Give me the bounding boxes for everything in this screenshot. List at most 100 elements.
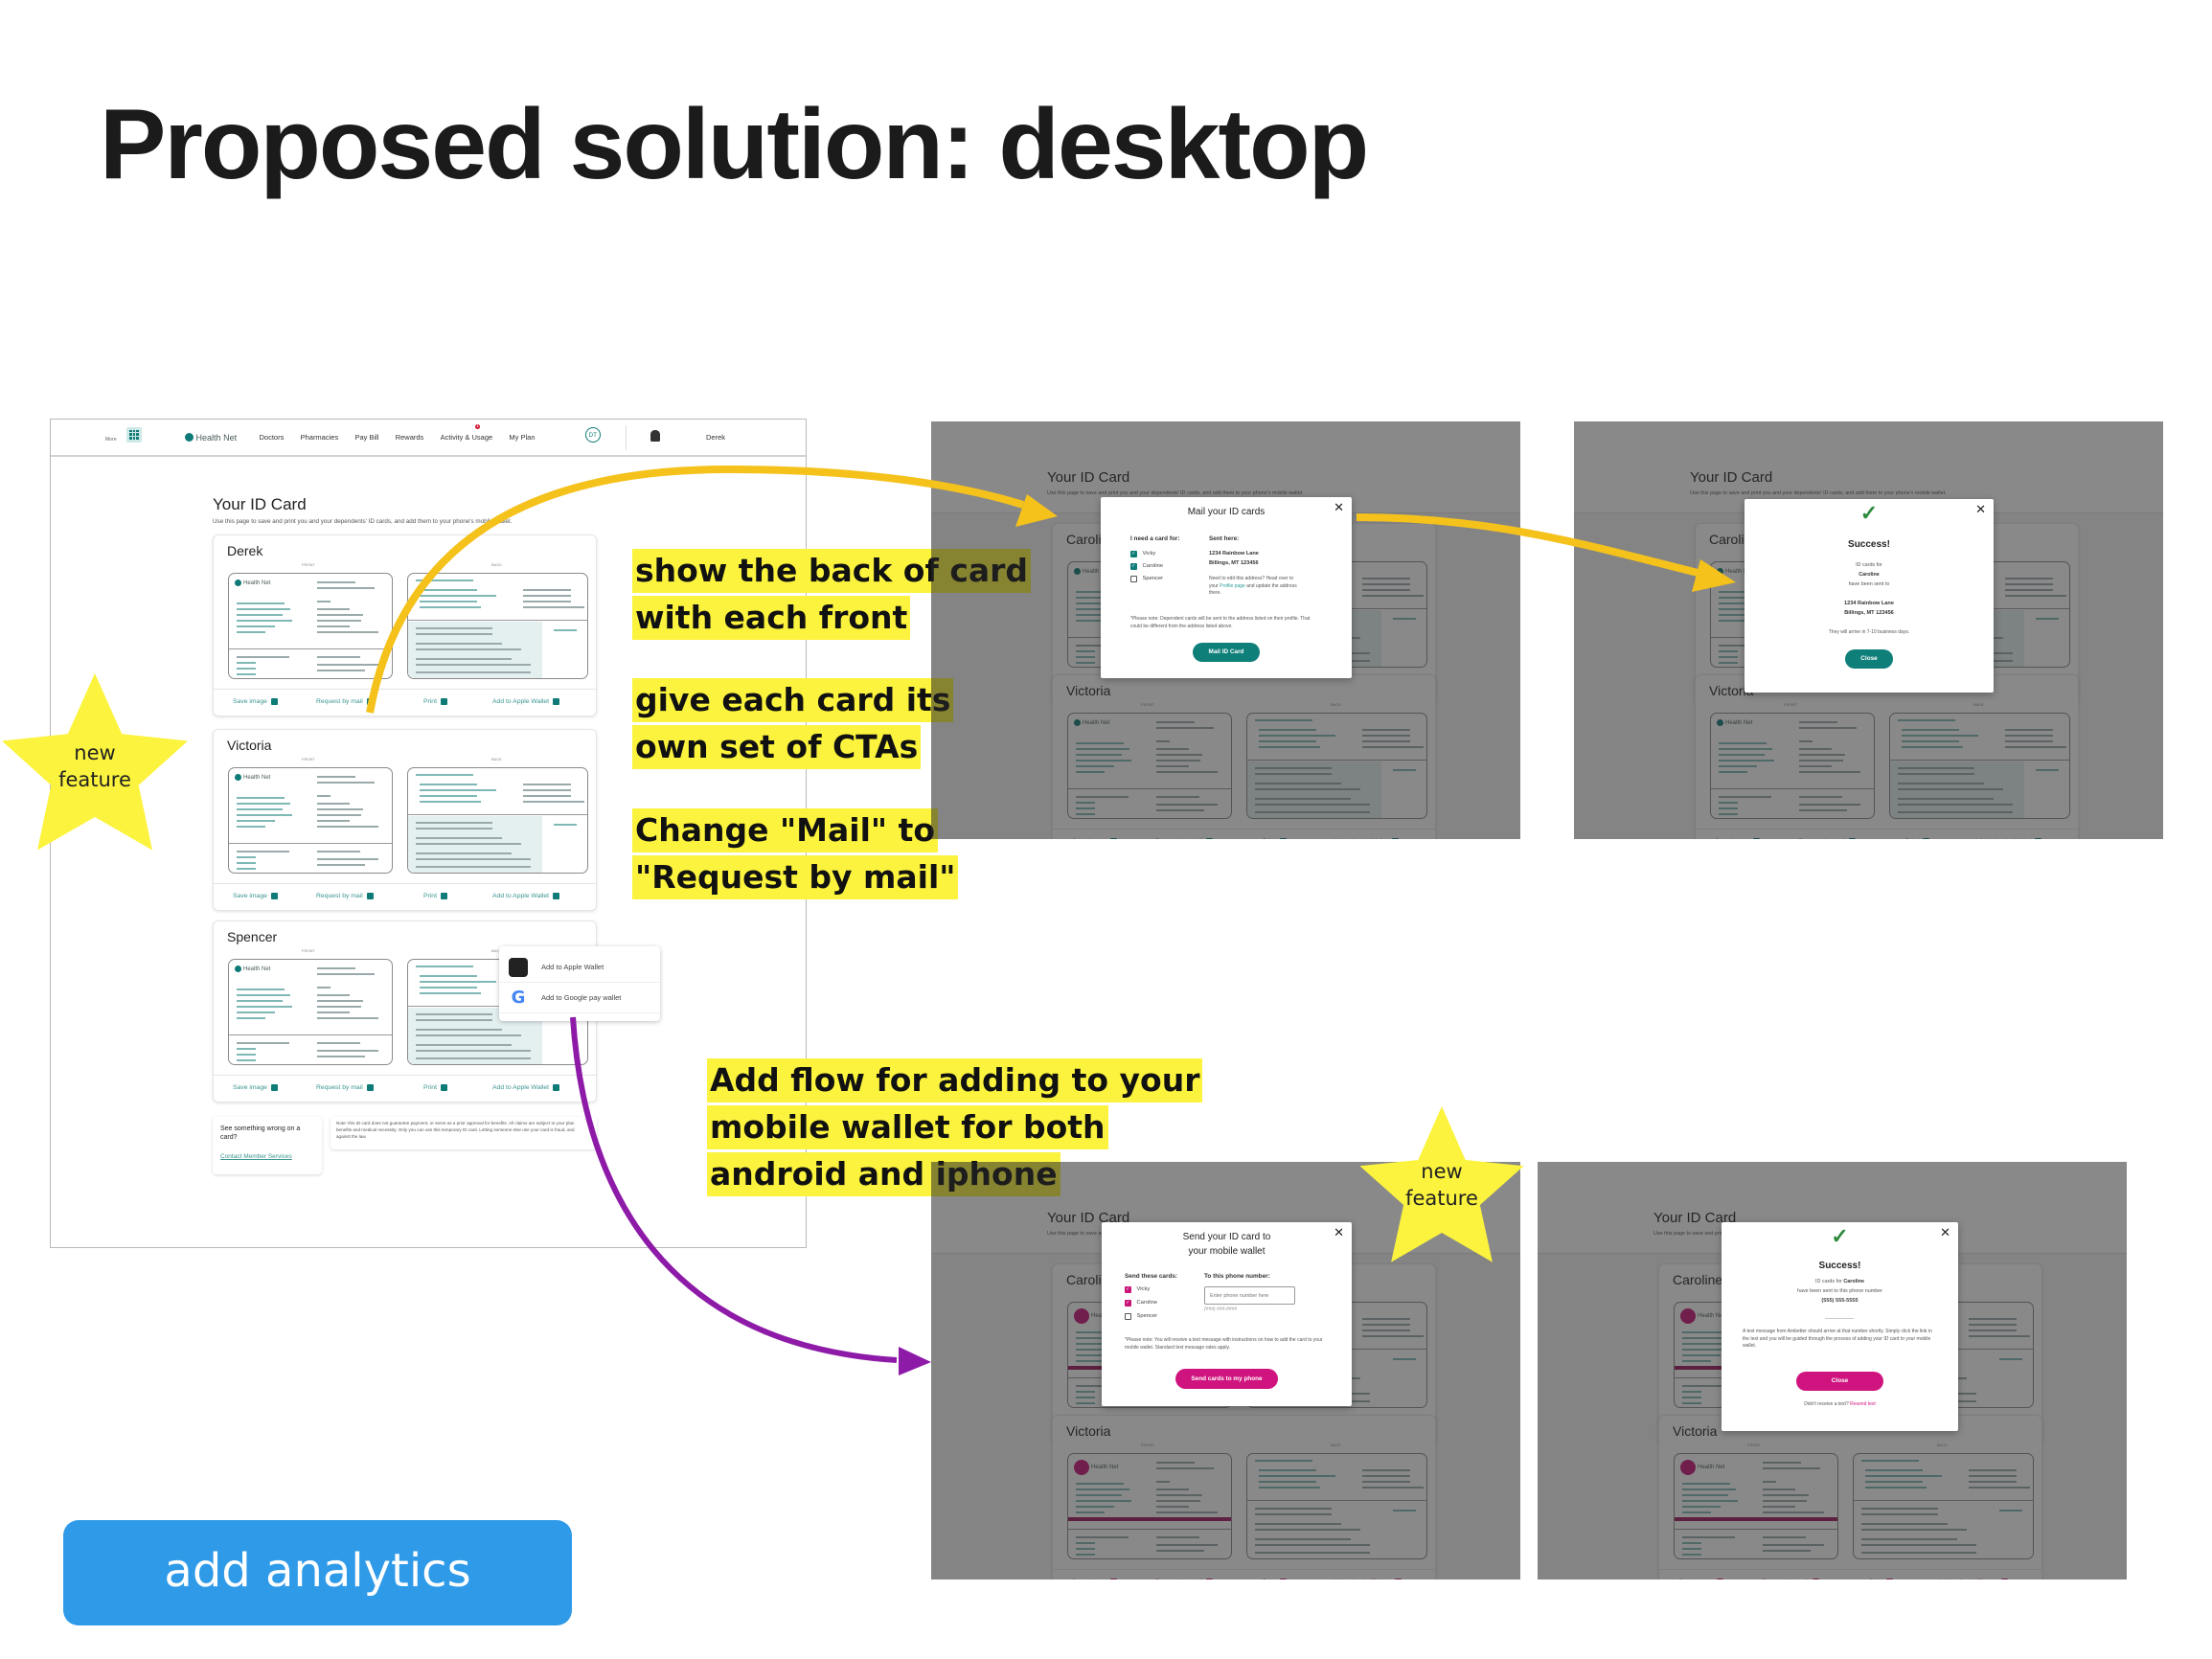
card-text-line: [317, 670, 365, 671]
card-brand-name: Health Net: [243, 580, 271, 586]
card-text-line: [523, 595, 571, 597]
avatar[interactable]: DT: [584, 426, 601, 443]
card-text-line: [416, 822, 492, 824]
cta-label: Add to Apple Wallet: [492, 893, 550, 899]
print-button[interactable]: Print: [423, 893, 447, 899]
bell-icon[interactable]: [650, 430, 660, 442]
modal-title: Send your ID card to: [1182, 1232, 1271, 1242]
annotation-line: with each front: [632, 596, 911, 640]
close-button[interactable]: Close: [1796, 1372, 1883, 1391]
dependent-note: *Please note: Dependent cards will be se…: [1130, 616, 1311, 629]
card-text-line: [237, 602, 285, 604]
phone-number-input[interactable]: [1204, 1286, 1295, 1305]
print-button[interactable]: Print: [423, 1084, 447, 1091]
card-text-line: [317, 625, 350, 627]
save-image-button[interactable]: Save image: [233, 698, 278, 705]
user-name[interactable]: Derek: [706, 433, 725, 442]
resend-row: Didn't receive a text? Resend text: [1722, 1401, 1958, 1409]
cta-label: Request by mail: [316, 698, 363, 705]
card-text-line: [416, 828, 492, 830]
card-text-line: [317, 820, 350, 822]
card-text-line: [237, 1000, 283, 1002]
printer-icon: [440, 1084, 447, 1091]
checkbox-checked-icon: ✓: [1130, 563, 1137, 570]
card-text-line: [237, 625, 275, 627]
card-text-line: [523, 789, 571, 791]
grid-dot: [136, 429, 140, 433]
nav-link[interactable]: Doctors: [260, 433, 285, 442]
resend-text-link[interactable]: Resend text: [1850, 1401, 1876, 1407]
card-text-line: [317, 803, 350, 805]
send-cards-button[interactable]: Send cards to my phone: [1175, 1369, 1278, 1389]
card-text-line: [416, 627, 492, 629]
card-text-line: [416, 580, 473, 581]
card-text-line: [416, 1044, 512, 1046]
front-label: FRONT: [302, 948, 315, 953]
nav-link[interactable]: Pay Bill: [354, 433, 378, 442]
card-text-line: [317, 614, 363, 616]
card-text-line: [416, 858, 531, 860]
star-label-left: new feature: [47, 739, 143, 793]
page-subtitle: Use this page to save and print you and …: [213, 518, 513, 525]
add-to-wallet-button[interactable]: Add to Apple Wallet: [492, 893, 560, 899]
checkbox-spencer[interactable]: Spencer: [1125, 1313, 1157, 1320]
checkbox-caroline[interactable]: ✓ Caroline: [1130, 563, 1163, 570]
mail-id-card-button[interactable]: Mail ID Card: [1193, 643, 1260, 662]
wallet-icon: [553, 698, 560, 705]
request-by-mail-button[interactable]: Request by mail: [316, 698, 374, 705]
request-by-mail-button[interactable]: Request by mail: [316, 1084, 374, 1091]
checkbox-empty-icon: [1130, 576, 1137, 582]
checkmark-icon: ✓: [1859, 501, 1879, 525]
nav-link[interactable]: Rewards: [396, 433, 424, 442]
menu-item-apple-wallet[interactable]: Add to Apple Wallet: [499, 952, 660, 983]
arrival-text: They will arrive in 7-10 business days.: [1828, 629, 1910, 635]
close-button[interactable]: Close: [1845, 649, 1893, 669]
grid-dot: [128, 437, 132, 440]
disclaimer-text: Note: this ID card does not guarantee pa…: [336, 1121, 575, 1139]
request-by-mail-button[interactable]: Request by mail: [316, 893, 374, 899]
card-text-line: [416, 1013, 492, 1015]
card-text-line: [416, 774, 473, 776]
card-text-line: [416, 671, 531, 673]
card-text-line: [317, 808, 363, 810]
add-to-wallet-button[interactable]: Add to Apple Wallet: [492, 698, 560, 705]
card-brand: Health Net: [235, 966, 270, 972]
card-divider: [408, 620, 587, 621]
cta-label: Add to Apple Wallet: [492, 1084, 550, 1091]
save-image-button[interactable]: Save image: [233, 893, 278, 899]
cta-label: Save image: [233, 698, 267, 705]
brand-logo[interactable]: Health Net: [184, 433, 237, 443]
nav-link[interactable]: Pharmacies: [301, 433, 339, 442]
add-to-wallet-button[interactable]: Add to Apple Wallet: [492, 1084, 560, 1091]
card-text-line: [237, 608, 290, 610]
card-text-line: [416, 648, 521, 650]
contact-member-services-link[interactable]: Contact Member Services: [220, 1153, 292, 1160]
card-text-line: [237, 814, 292, 816]
nav-link[interactable]: My Plan: [509, 433, 535, 442]
add-analytics-button[interactable]: add analytics: [63, 1520, 572, 1625]
card-text-line: [237, 868, 256, 870]
checkbox-vicky[interactable]: ✓ Vicky: [1125, 1286, 1150, 1293]
annotation-line: mobile wallet for both: [707, 1105, 1108, 1149]
address-line: Billings, MT 123456: [1844, 610, 1894, 616]
checkbox-spencer[interactable]: Spencer: [1130, 576, 1163, 582]
card-text-line: [317, 795, 331, 797]
menu-item-google-pay[interactable]: G Add to Google pay wallet: [499, 983, 660, 1013]
print-button[interactable]: Print: [423, 698, 447, 705]
address-line: Billings, MT 123456: [1209, 560, 1259, 566]
success-title: Success!: [1848, 539, 1890, 550]
checkbox-caroline[interactable]: ✓ Caroline: [1125, 1300, 1157, 1307]
nav-link[interactable]: Activity & Usage: [441, 433, 493, 442]
annotation-own-ctas: give each card its own set of CTAs: [632, 677, 954, 771]
save-image-button[interactable]: Save image: [233, 1084, 278, 1091]
card-text-line: [237, 851, 289, 852]
card-text-line: [317, 826, 378, 828]
help-title: See something wrong on a card?: [220, 1125, 301, 1142]
card-text-line: [237, 803, 290, 805]
checkbox-vicky[interactable]: ✓ Vicky: [1130, 551, 1155, 557]
grid-dot: [128, 429, 132, 433]
sms-note: *Please note: You will receive a text me…: [1125, 1337, 1323, 1351]
profile-page-link[interactable]: Profile page: [1220, 583, 1245, 589]
apps-grid-icon[interactable]: [125, 426, 143, 443]
help-box: See something wrong on a card? Contact M…: [213, 1117, 322, 1174]
